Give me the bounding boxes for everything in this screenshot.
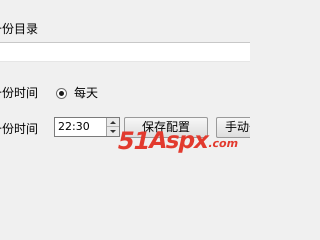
- daily-radio-option[interactable]: 每天: [56, 86, 98, 100]
- backup-time-picker[interactable]: 22:30: [54, 117, 120, 137]
- backup-mode-label: 备份时间: [0, 86, 39, 100]
- manual-backup-button[interactable]: 手动备份: [216, 117, 250, 138]
- time-spinner[interactable]: [106, 118, 119, 136]
- backup-settings-window: 备份目录 备份时间 每天 备份时间 22:30 保存配置 手动备份 51 Asp…: [0, 0, 250, 230]
- backup-time-value[interactable]: 22:30: [58, 120, 90, 134]
- daily-radio-label: 每天: [74, 86, 99, 100]
- spin-up-button[interactable]: [107, 118, 119, 127]
- spin-down-button[interactable]: [107, 127, 119, 136]
- backup-time-label: 备份时间: [0, 122, 39, 136]
- triangle-up-icon: [110, 120, 116, 124]
- watermark-domain: .com: [207, 137, 240, 150]
- backup-dir-label: 备份目录: [0, 22, 39, 36]
- triangle-down-icon: [110, 130, 116, 133]
- radio-selected-icon[interactable]: [56, 87, 67, 99]
- save-config-button[interactable]: 保存配置: [124, 117, 208, 138]
- backup-dir-field[interactable]: [0, 42, 250, 62]
